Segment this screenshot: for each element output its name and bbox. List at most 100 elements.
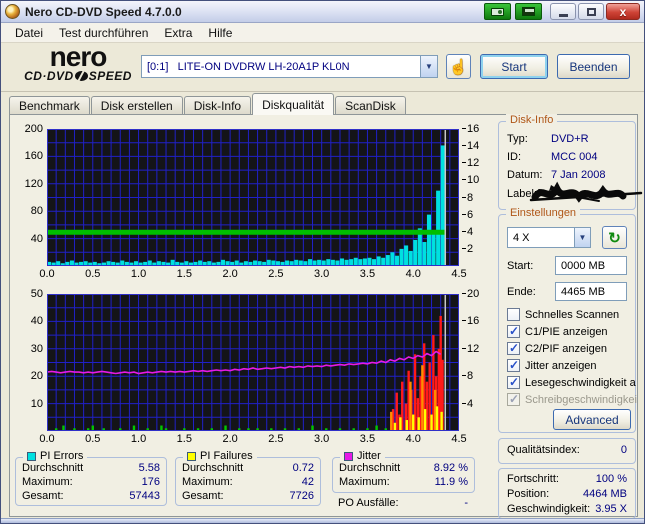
advanced-button[interactable]: Advanced xyxy=(553,409,631,430)
geschwindigkeit-label: Geschwindigkeit: xyxy=(507,503,591,515)
speed-select[interactable]: 4 X ▼ xyxy=(507,227,591,248)
stat-value: 0.72 xyxy=(292,462,314,474)
checkbox-icon xyxy=(507,375,520,389)
stat-label: Durchschnitt xyxy=(22,462,84,474)
stat-label: Gesamt: xyxy=(22,490,64,502)
tab-benchmark[interactable]: Benchmark xyxy=(9,96,90,115)
eject-button[interactable]: ☝ xyxy=(446,54,471,79)
capture-save-button[interactable] xyxy=(515,3,542,20)
checkbox-icon xyxy=(507,358,520,372)
stat-value: 176 xyxy=(141,476,160,488)
checkbox-icon xyxy=(507,308,520,321)
quality-index-value: 0 xyxy=(620,444,627,456)
pi-errors-title: PI Errors xyxy=(40,450,84,462)
logo-cd-text: CD·DVD xyxy=(24,69,74,83)
checkbox-label: Jitter anzeigen xyxy=(525,359,597,372)
checkbox-c1-pie-anzeigen[interactable]: C1/PIE anzeigen xyxy=(507,324,608,338)
start-mb-field[interactable]: 0000 MB xyxy=(555,256,627,275)
position-label: Position: xyxy=(507,488,550,500)
jitter-stats-group: Jitter Durchschnitt 8.92 % Maximum: 11.9… xyxy=(332,450,475,493)
disc-icon xyxy=(74,71,88,81)
settings-title: Einstellungen xyxy=(506,207,581,219)
disk-info-title: Disk-Info xyxy=(506,114,558,126)
stat-label: Durchschnitt xyxy=(182,462,244,474)
beenden-button[interactable]: Beenden xyxy=(557,54,630,79)
speed-select-value: 4 X xyxy=(513,231,530,244)
nero-logo: nero CD·DVD SPEED xyxy=(19,41,137,84)
stat-label: Maximum: xyxy=(22,476,73,488)
camera-icon xyxy=(491,7,504,16)
window-title: Nero CD-DVD Speed 4.7.0.0 xyxy=(25,4,182,19)
checkbox-label: Schnelles Scannen xyxy=(525,308,620,321)
drive-select[interactable]: [0:1] LITE-ON DVDRW LH-20A1P KL0N ▼ xyxy=(141,55,438,78)
checkbox-icon xyxy=(507,324,520,338)
stat-value: 5.58 xyxy=(138,462,160,474)
jitter-pif-chart xyxy=(47,294,459,431)
quality-index-group: Qualitätsindex: 0 xyxy=(498,438,636,464)
tab-strip: Benchmark Disk erstellen Disk-Info Diskq… xyxy=(9,93,407,115)
jitter-title: Jitter xyxy=(357,450,381,462)
stat-label: Maximum: xyxy=(182,476,233,488)
stat-label: Gesamt: xyxy=(182,490,224,502)
menu-hilfe[interactable]: Hilfe xyxy=(200,24,240,42)
disk-id-label: ID: xyxy=(507,151,522,163)
minimize-icon xyxy=(558,13,568,17)
progress-group: Fortschritt: 100 % Position: 4464 MB Ges… xyxy=(498,468,636,519)
menu-bar: Datei Test durchführen Extra Hilfe xyxy=(1,23,644,43)
drive-select-value: [0:1] LITE-ON DVDRW LH-20A1P KL0N xyxy=(147,60,350,73)
menu-datei[interactable]: Datei xyxy=(7,24,51,42)
window-bottom-edge xyxy=(1,518,644,523)
window-controls: x xyxy=(550,3,640,20)
settings-group: Einstellungen 4 X ▼ ↻ Start: 0000 MB End… xyxy=(498,207,637,433)
save-icon xyxy=(522,7,535,16)
disk-datum-label: Datum: xyxy=(507,169,543,181)
stat-label: Maximum: xyxy=(339,476,390,488)
maximize-button[interactable] xyxy=(578,3,604,20)
menu-test-durchfuehren[interactable]: Test durchführen xyxy=(51,24,156,42)
pi-errors-swatch xyxy=(27,451,36,461)
menu-extra[interactable]: Extra xyxy=(156,24,200,42)
stat-value: 7726 xyxy=(289,490,314,502)
close-button[interactable]: x xyxy=(606,3,640,20)
app-window: Nero CD-DVD Speed 4.7.0.0 x Datei Test d… xyxy=(0,0,645,524)
pi-failures-swatch xyxy=(187,451,196,461)
refresh-icon: ↻ xyxy=(608,229,621,247)
stat-value: 42 xyxy=(301,476,314,488)
checkbox-label: Schreibgeschwindigkei xyxy=(525,393,637,406)
checkbox-label: C2/PIF anzeigen xyxy=(525,342,607,355)
disk-typ-label: Typ: xyxy=(507,133,528,145)
checkbox-icon xyxy=(507,341,520,355)
disk-label-label: Label: xyxy=(507,188,537,200)
hand-icon: ☝ xyxy=(449,58,468,76)
po-ausfaelle-value: - xyxy=(464,497,468,509)
disk-datum-value: 7 Jan 2008 xyxy=(551,169,606,181)
refresh-button[interactable]: ↻ xyxy=(602,226,627,249)
tab-scandisk[interactable]: ScanDisk xyxy=(335,96,406,115)
checkbox-label: C1/PIE anzeigen xyxy=(525,325,608,338)
pi-errors-chart xyxy=(47,129,459,266)
start-button[interactable]: Start xyxy=(480,54,548,79)
checkbox-lesegeschwindigkeit[interactable]: Lesegeschwindigkeit a xyxy=(507,375,636,389)
stat-value: 11.9 % xyxy=(434,476,468,488)
tab-disk-erstellen[interactable]: Disk erstellen xyxy=(90,96,183,115)
stat-label: Durchschnitt xyxy=(339,462,401,474)
tab-diskqualitaet[interactable]: Diskqualität xyxy=(252,93,335,115)
checkbox-c2-pif-anzeigen[interactable]: C2/PIF anzeigen xyxy=(507,341,607,355)
stat-value: 8.92 % xyxy=(433,462,468,474)
nero-logo-text: nero xyxy=(49,41,108,72)
checkbox-schreibgeschwindigkeit: Schreibgeschwindigkei xyxy=(507,392,637,406)
pi-errors-stats-group: PI Errors Durchschnitt 5.58 Maximum: 176… xyxy=(15,450,167,506)
minimize-button[interactable] xyxy=(550,3,576,20)
logo-speed-text: SPEED xyxy=(88,69,132,83)
pi-failures-title: PI Failures xyxy=(200,450,253,462)
maximize-icon xyxy=(586,7,596,16)
checkbox-label: Lesegeschwindigkeit a xyxy=(525,376,636,389)
stat-value: 57443 xyxy=(129,490,160,502)
chevron-down-icon[interactable]: ▼ xyxy=(574,228,590,247)
ende-mb-field[interactable]: 4465 MB xyxy=(555,282,627,301)
checkbox-schnelles-scannen[interactable]: Schnelles Scannen xyxy=(507,308,619,321)
capture-camera-button[interactable] xyxy=(484,3,511,20)
chevron-down-icon[interactable]: ▼ xyxy=(420,56,437,77)
tab-disk-info[interactable]: Disk-Info xyxy=(183,96,252,115)
checkbox-jitter-anzeigen[interactable]: Jitter anzeigen xyxy=(507,358,597,372)
